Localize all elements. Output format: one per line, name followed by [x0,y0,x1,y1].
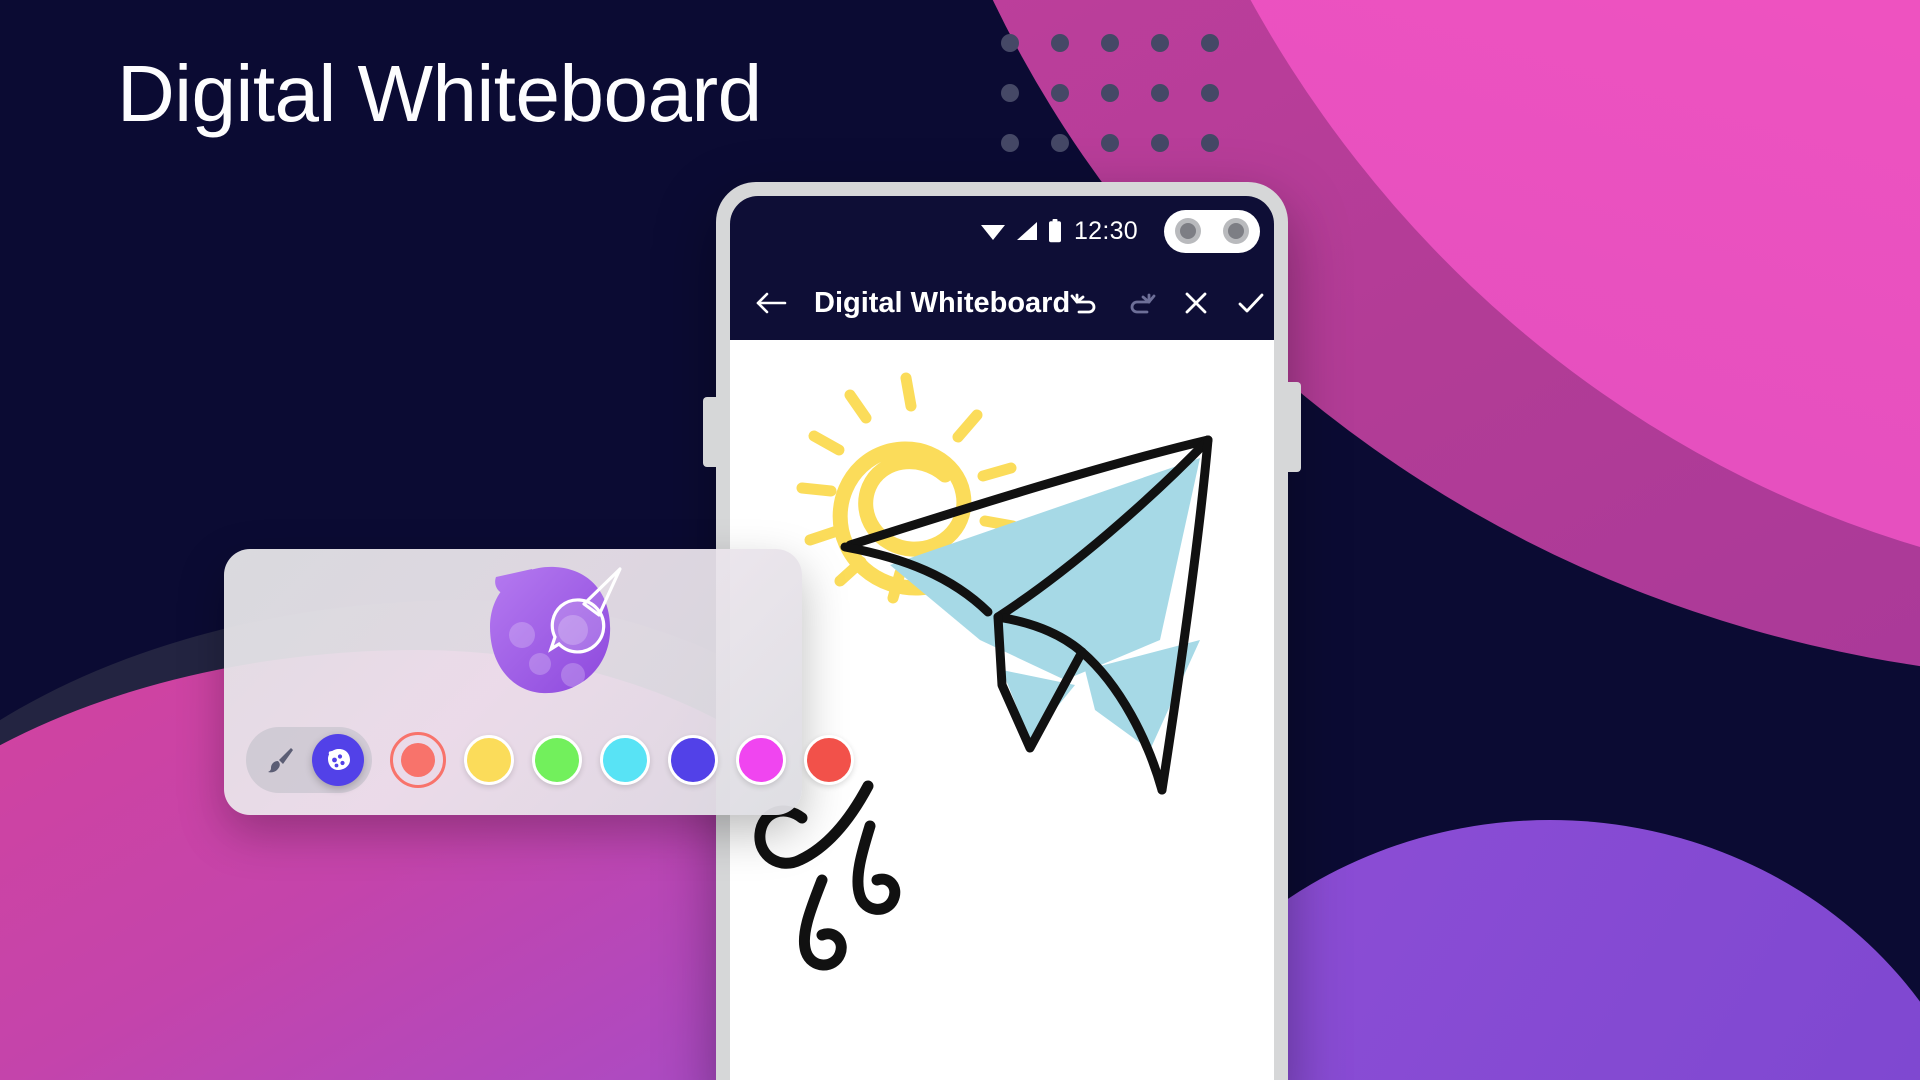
screenshot-stage: Digital Whiteboard 12:30 Digital Whitebo… [0,0,1920,1080]
dual-camera-cutout-icon [1164,209,1260,253]
grid-dot [1051,84,1069,102]
check-icon[interactable] [1236,289,1266,317]
grid-dot [1201,84,1219,102]
grid-dot [1201,34,1219,52]
swatch-magenta[interactable] [736,735,786,785]
status-bar: 12:30 [730,196,1274,266]
status-time: 12:30 [1073,216,1138,245]
undo-icon[interactable] [1070,289,1100,317]
grid-dot [1051,34,1069,52]
swatch-red[interactable] [804,735,854,785]
grid-dot [1151,84,1169,102]
phone-button-left[interactable] [703,397,717,467]
palette-icon [328,749,350,770]
battery-icon [1048,219,1062,243]
app-bar-actions [1070,289,1274,317]
tool-row [246,727,854,793]
drawing-canvas[interactable] [730,340,1274,1080]
phone-button-right[interactable] [1287,382,1301,472]
camera-lens [1175,218,1201,244]
grid-dot [1051,134,1069,152]
grid-dot [1001,84,1019,102]
grid-dot [1201,134,1219,152]
app-bar-title: Digital Whiteboard [814,286,1071,319]
palette-tool-button[interactable] [312,734,364,786]
tool-selector-pill [246,727,372,793]
brush-icon [268,748,293,773]
phone-screen: 12:30 Digital Whiteboard [730,196,1274,1080]
grid-dot [1101,84,1119,102]
swatch-green[interactable] [532,735,582,785]
back-arrow-icon[interactable] [754,288,788,318]
palette-with-brush-illustration [460,557,630,707]
grid-dot [1001,34,1019,52]
page-title: Digital Whiteboard [117,49,762,138]
tool-panel [224,549,854,815]
grid-dot [1151,34,1169,52]
dot-grid-decoration [985,18,1235,168]
swatch-yellow[interactable] [464,735,514,785]
signal-icon [1015,221,1039,241]
close-icon[interactable] [1182,289,1210,317]
swatch-coral[interactable] [390,732,446,788]
grid-dot [1101,134,1119,152]
brush-tool-button[interactable] [254,734,306,786]
paper-plane-doodle [840,435,1213,795]
swatch-cyan[interactable] [600,735,650,785]
grid-dot [1001,134,1019,152]
grid-dot [1151,134,1169,152]
swatch-blue[interactable] [668,735,718,785]
app-bar: Digital Whiteboard [730,266,1274,340]
redo-icon[interactable] [1126,289,1156,317]
wifi-icon [980,221,1006,241]
grid-dot [1101,34,1119,52]
camera-lens [1223,218,1249,244]
